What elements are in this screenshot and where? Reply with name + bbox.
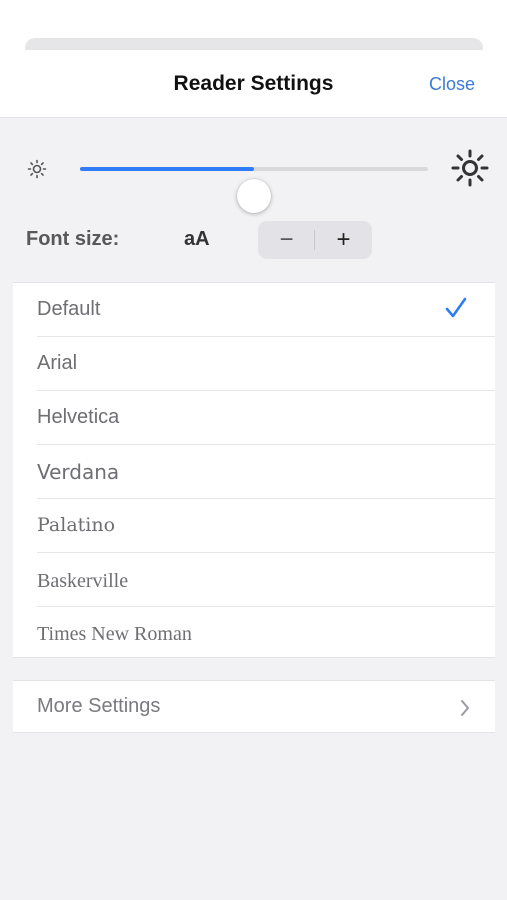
- brightness-control: [0, 140, 507, 213]
- font-item-times-new-roman[interactable]: Times New Roman: [13, 607, 495, 661]
- font-size-row: Font size: aA − +: [0, 218, 507, 262]
- font-item-label: Default: [37, 298, 101, 320]
- font-item-baskerville[interactable]: Baskerville: [13, 553, 495, 607]
- font-item-label: Times New Roman: [37, 623, 192, 645]
- font-item-default[interactable]: Default: [13, 283, 495, 337]
- sun-small-icon: [27, 159, 47, 179]
- more-settings-label: More Settings: [37, 695, 161, 717]
- font-item-arial[interactable]: Arial: [13, 337, 495, 391]
- font-size-stepper: − +: [258, 221, 372, 259]
- font-list: Default Arial Helvetica Verdana Palatino…: [13, 282, 495, 658]
- font-item-verdana[interactable]: Verdana: [13, 445, 495, 499]
- brightness-slider-thumb[interactable]: [237, 179, 271, 213]
- increase-font-button[interactable]: +: [315, 221, 372, 259]
- font-item-palatino[interactable]: Palatino: [13, 499, 495, 553]
- font-item-helvetica[interactable]: Helvetica: [13, 391, 495, 445]
- font-item-label: Baskerville: [37, 570, 129, 592]
- font-size-sample: aA: [184, 228, 210, 250]
- font-item-label: Palatino: [37, 514, 116, 536]
- header-bar: Reader Settings Close: [0, 50, 507, 118]
- font-size-label: Font size:: [26, 228, 120, 250]
- brightness-slider-fill: [80, 167, 254, 171]
- decrease-font-button[interactable]: −: [258, 221, 315, 259]
- font-item-label: Arial: [37, 352, 78, 374]
- sun-large-icon: [451, 149, 489, 187]
- font-item-label: Verdana: [37, 460, 120, 484]
- chevron-right-icon: [461, 700, 469, 716]
- close-button[interactable]: Close: [429, 74, 475, 95]
- checkmark-icon: [445, 297, 467, 318]
- font-item-label: Helvetica: [37, 406, 120, 428]
- brightness-slider[interactable]: [80, 167, 428, 213]
- more-settings-row[interactable]: More Settings: [13, 680, 495, 733]
